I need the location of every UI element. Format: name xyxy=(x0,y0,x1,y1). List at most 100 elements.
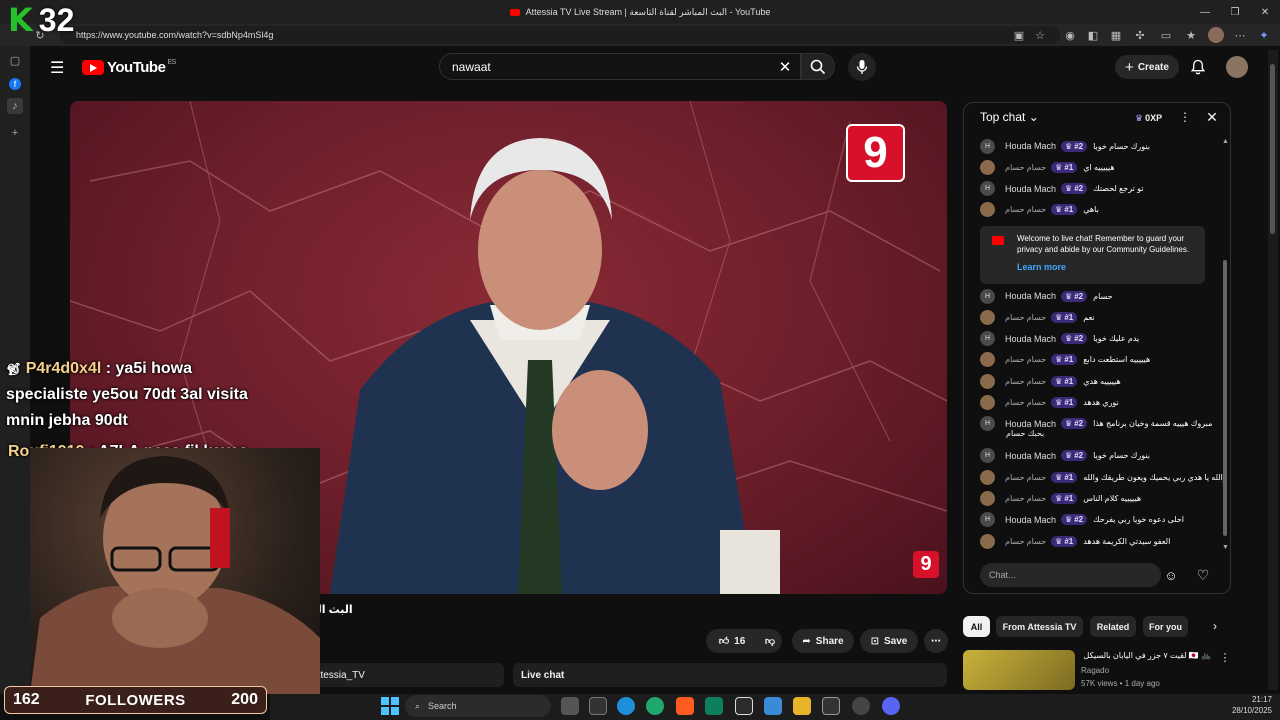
chat-message[interactable]: حسام حسام ♛ #1 هيييييه هدي xyxy=(980,372,1121,390)
chat-author-avatar[interactable] xyxy=(980,202,995,218)
chat-message[interactable]: حسام حسام ♛ #1 نوري هدهد xyxy=(980,394,1119,412)
chat-author-name[interactable]: حسام حسام xyxy=(1005,205,1046,214)
share-button[interactable]: ➦ Share xyxy=(792,629,854,653)
chat-author-avatar[interactable]: H xyxy=(980,448,995,464)
dislike-button[interactable]: 👎︎ xyxy=(758,629,782,653)
reader-icon[interactable]: ▣ xyxy=(1011,27,1027,43)
save-button[interactable]: ⊡ Save xyxy=(860,629,918,653)
search-button[interactable] xyxy=(801,53,835,80)
chat-author-name[interactable]: حسام حسام xyxy=(1005,355,1046,364)
channel-name[interactable]: Attessia_TV xyxy=(300,663,504,687)
chat-author-avatar[interactable]: H xyxy=(980,181,995,197)
discord-icon[interactable] xyxy=(882,697,900,715)
taskbar-search[interactable]: ⌕ Search xyxy=(405,695,551,717)
heart-icon[interactable]: ♡ xyxy=(1194,566,1212,584)
recommended-video-channel[interactable]: Ragado xyxy=(1081,666,1109,675)
more-menu-icon[interactable]: ⋯ xyxy=(1232,27,1248,43)
profile-avatar[interactable] xyxy=(1208,27,1224,43)
voice-search-button[interactable] xyxy=(848,53,876,81)
chat-scrollbar[interactable] xyxy=(1223,140,1227,548)
chat-author-name[interactable]: Houda Mach xyxy=(1005,141,1056,151)
chat-author-name[interactable]: حسام حسام xyxy=(1005,537,1046,546)
extension-icon[interactable]: ▦ xyxy=(1108,27,1124,43)
chat-author-avatar[interactable]: H xyxy=(980,512,995,528)
task-view-icon[interactable] xyxy=(561,697,579,715)
minimize-button[interactable]: — xyxy=(1190,0,1220,24)
chat-author-name[interactable]: Houda Mach xyxy=(1005,451,1056,461)
xp-badge[interactable]: ♛ 0XP xyxy=(1135,110,1169,126)
chat-author-name[interactable]: حسام حسام xyxy=(1005,163,1046,172)
scroll-down-icon[interactable]: ▼ xyxy=(1222,544,1229,551)
store-icon[interactable] xyxy=(822,697,840,715)
chevron-right-icon[interactable]: › xyxy=(1207,619,1223,635)
chip-related[interactable]: Related xyxy=(1090,616,1136,637)
favorite-star-icon[interactable]: ☆ xyxy=(1032,27,1048,43)
chat-author-avatar[interactable] xyxy=(980,469,995,485)
chat-author-name[interactable]: Houda Mach xyxy=(1005,184,1056,194)
chat-author-name[interactable]: حسام حسام xyxy=(1005,473,1046,482)
chat-author-avatar[interactable]: H xyxy=(980,331,995,347)
account-avatar[interactable] xyxy=(1226,56,1248,78)
chat-message[interactable]: H Houda Mach ♛ #2 بنورك حسام خويا xyxy=(980,447,1150,465)
extension-icon[interactable]: ◧ xyxy=(1085,27,1101,43)
recommended-video-thumbnail[interactable] xyxy=(963,650,1075,690)
chip-from-channel[interactable]: From Attessia TV xyxy=(996,616,1083,637)
app-icon[interactable] xyxy=(705,697,723,715)
search-input[interactable]: nawaat xyxy=(439,53,801,80)
chat-author-name[interactable]: حسام حسام xyxy=(1005,494,1046,503)
system-clock[interactable]: 21:17 28/10/2025 xyxy=(1220,694,1272,716)
more-actions-button[interactable]: ⋯ xyxy=(924,629,948,653)
page-scrollbar[interactable] xyxy=(1268,50,1278,690)
menu-hamburger-icon[interactable]: ☰ xyxy=(50,58,68,77)
chat-author-avatar[interactable]: H xyxy=(980,416,995,432)
terminal-icon[interactable] xyxy=(589,697,607,715)
create-button[interactable]: + Create xyxy=(1115,55,1179,79)
chat-author-avatar[interactable] xyxy=(980,373,995,389)
add-tab-icon[interactable]: + xyxy=(7,125,23,141)
brave-icon[interactable] xyxy=(676,697,694,715)
chat-message[interactable]: حسام حسام ♛ #1 هيييييه اي xyxy=(980,158,1115,176)
chat-author-name[interactable]: Houda Mach xyxy=(1005,291,1056,301)
maximize-button[interactable]: ❐ xyxy=(1220,0,1250,24)
chat-message[interactable]: H Houda Mach ♛ #2 يدم عليك خويا xyxy=(980,330,1139,348)
chat-mode-dropdown[interactable]: Top chat ⌄ xyxy=(980,110,1039,124)
copilot-icon[interactable]: ✦ xyxy=(1256,27,1272,43)
chat-author-name[interactable]: Houda Mach xyxy=(1005,334,1056,344)
chat-options-icon[interactable]: ⋮ xyxy=(1178,110,1192,126)
chat-message[interactable]: H Houda Mach ♛ #2 حسام xyxy=(980,287,1113,305)
chat-author-avatar[interactable]: H xyxy=(980,288,995,304)
chat-message[interactable]: H Houda Mach ♛ #2 بنورك حسام خويا xyxy=(980,137,1150,155)
speaker-icon[interactable]: ♪ xyxy=(7,98,23,114)
chat-message[interactable]: حسام حسام ♛ #1 نعم xyxy=(980,308,1095,326)
address-bar[interactable]: https://www.youtube.com/watch?v=sdbNp4mS… xyxy=(60,26,1060,44)
chat-author-avatar[interactable] xyxy=(980,309,995,325)
chat-message[interactable]: حسام حسام ♛ #1 والله يا هدي ربي يحميك ويعون… xyxy=(980,468,1227,486)
like-button[interactable]: 👍︎ 16 xyxy=(706,629,758,653)
windows-start-icon[interactable] xyxy=(381,697,399,715)
chat-message[interactable]: H Houda Mach ♛ #2 تو ترجع لحصتك xyxy=(980,180,1143,198)
favorites-icon[interactable]: ★ xyxy=(1183,27,1199,43)
chat-author-avatar[interactable] xyxy=(980,159,995,175)
chat-message[interactable]: حسام حسام ♛ #1 باهي xyxy=(980,201,1099,219)
mail-icon[interactable] xyxy=(764,697,782,715)
chat-author-name[interactable]: حسام حسام xyxy=(1005,377,1046,386)
live-chat-tab[interactable]: Live chat xyxy=(513,663,947,687)
extension-icon[interactable]: ◉ xyxy=(1062,27,1078,43)
extensions-puzzle-icon[interactable]: ✣ xyxy=(1132,27,1148,43)
chat-author-avatar[interactable] xyxy=(980,395,995,410)
chat-message[interactable]: حسام حسام ♛ #1 العفو سيدتي الكريمة هدهد xyxy=(980,532,1170,550)
recommended-more-icon[interactable]: ⋮ xyxy=(1219,651,1231,664)
tabs-icon[interactable]: ▢ xyxy=(7,52,23,68)
chat-author-name[interactable]: Houda Mach xyxy=(1005,515,1056,525)
emoji-icon[interactable]: ☺ xyxy=(1162,566,1180,584)
split-screen-icon[interactable]: ▭ xyxy=(1158,27,1174,43)
tab-title[interactable]: Attessia TV Live Stream | البث المباشر ل… xyxy=(526,7,771,18)
chat-author-name[interactable]: Houda Mach xyxy=(1005,419,1056,429)
chat-author-avatar[interactable]: H xyxy=(980,138,995,154)
recommended-video-title[interactable]: لقيت ٧ جزر في اليابان بالسيكل 🇯🇵 🚲 xyxy=(1081,651,1211,660)
chat-message[interactable]: H Houda Mach ♛ #2 احلى دعوه خويا ربي يفرحك xyxy=(980,511,1184,529)
chip-all[interactable]: All xyxy=(963,616,990,637)
chat-author-name[interactable]: حسام حسام xyxy=(1005,398,1046,407)
scroll-up-icon[interactable]: ▲ xyxy=(1222,138,1229,145)
chat-author-avatar[interactable] xyxy=(980,352,995,368)
